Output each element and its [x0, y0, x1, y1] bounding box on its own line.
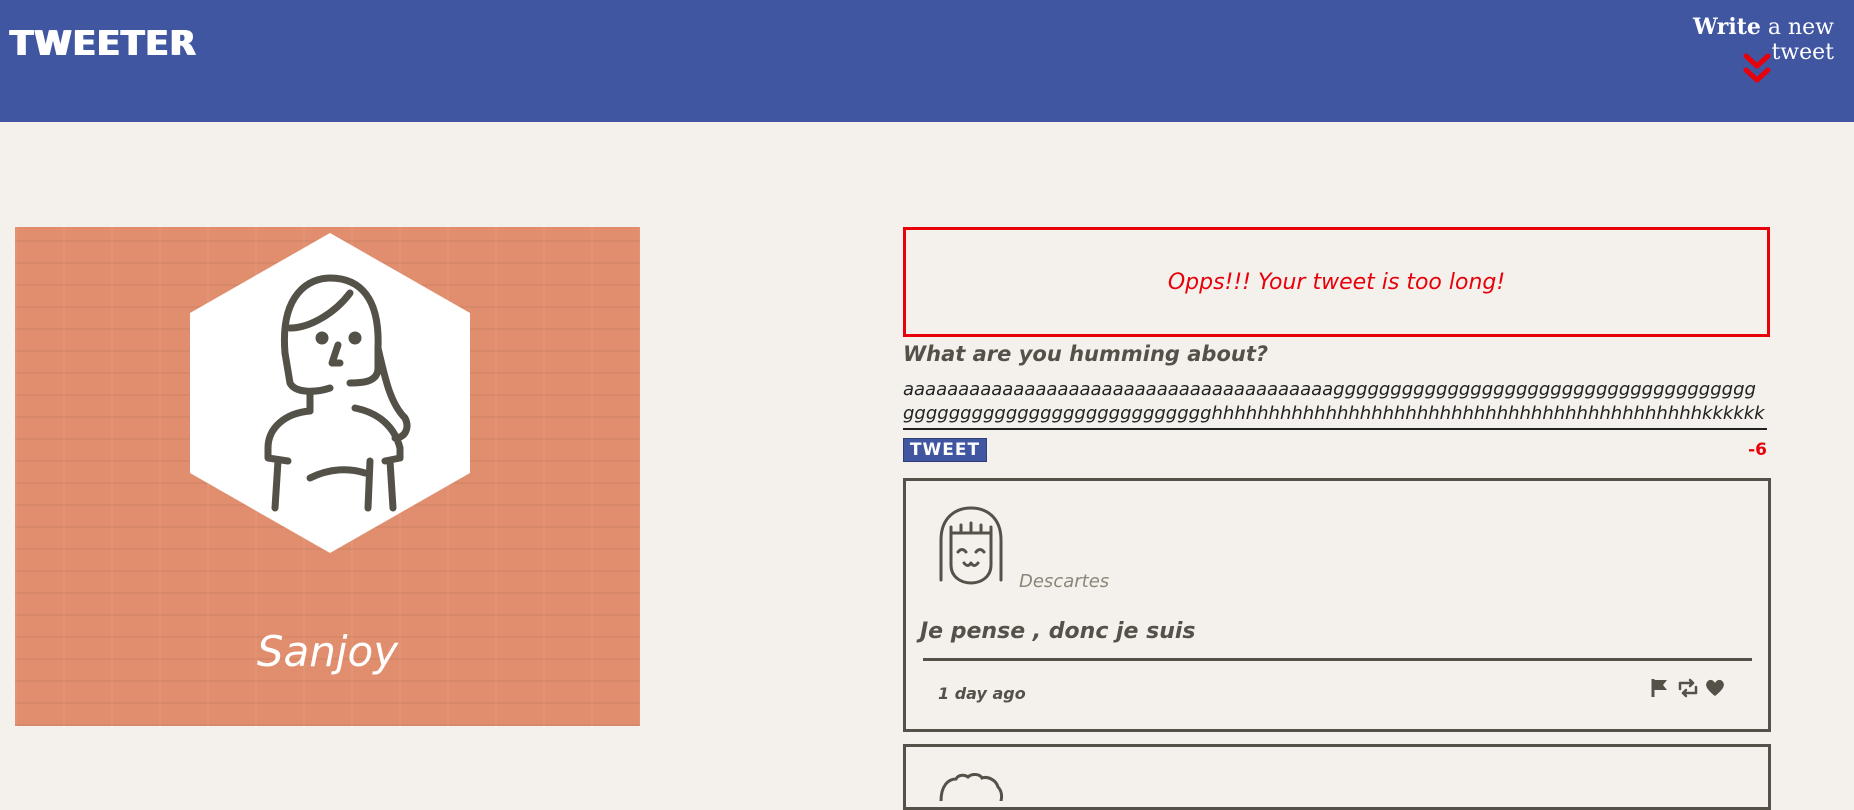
brand-logo[interactable]: TWEETER	[10, 24, 197, 64]
tweet-divider	[923, 658, 1752, 661]
error-message: Opps!!! Your tweet is too long!	[903, 227, 1770, 337]
top-nav: TWEETER Write a new tweet	[0, 0, 1854, 122]
profile-avatar	[190, 233, 470, 553]
retweet-icon[interactable]	[1676, 677, 1700, 699]
tweet-handle[interactable]: Descartes	[1019, 571, 1109, 592]
tweet-card: Descartes Je pense , donc je suis 1 day …	[903, 478, 1771, 732]
character-counter: -6	[1748, 440, 1767, 460]
heart-icon[interactable]	[1704, 677, 1726, 699]
composer-label: What are you humming about?	[903, 342, 1269, 366]
flag-icon[interactable]	[1650, 677, 1672, 699]
tweet-body: Je pense , donc je suis	[920, 619, 1196, 644]
tweet-card	[903, 744, 1771, 810]
tweet-timestamp: 1 day ago	[938, 684, 1026, 703]
smiling-girl-avatar-icon	[939, 506, 1003, 585]
curly-hair-avatar-icon	[939, 773, 1004, 801]
double-chevron-down-icon[interactable]	[1742, 52, 1772, 88]
tweet-actions	[1650, 677, 1726, 699]
tweet-button[interactable]: TWEET	[903, 438, 987, 462]
write-tweet-toggle[interactable]: Write a new tweet	[1634, 14, 1834, 65]
tweet-textarea[interactable]: aaaaaaaaaaaaaaaaaaaaaaaaaaaaaaaaaaaaaaag…	[903, 378, 1767, 430]
write-label: Write	[1693, 14, 1761, 40]
profile-card: Sanjoy	[15, 227, 640, 726]
profile-name: Sanjoy	[256, 627, 399, 676]
